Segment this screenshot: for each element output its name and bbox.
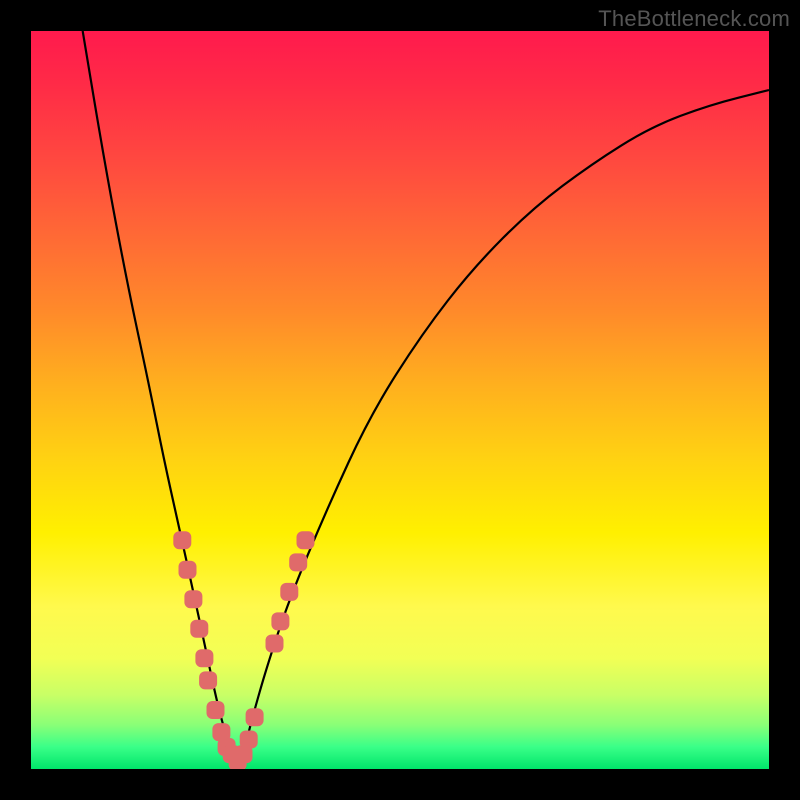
chart-marker <box>184 590 202 608</box>
chart-marker <box>246 708 264 726</box>
chart-marker <box>280 583 298 601</box>
chart-marker <box>173 531 191 549</box>
watermark-text: TheBottleneck.com <box>598 6 790 32</box>
chart-marker <box>199 671 217 689</box>
chart-marker <box>207 701 225 719</box>
chart-marker <box>271 612 289 630</box>
chart-marker <box>195 649 213 667</box>
chart-svg <box>31 31 769 769</box>
chart-marker <box>297 531 315 549</box>
chart-plot-area <box>31 31 769 769</box>
chart-marker <box>240 731 258 749</box>
chart-marker <box>179 561 197 579</box>
chart-marker <box>190 620 208 638</box>
chart-marker <box>289 553 307 571</box>
marker-group <box>173 531 314 769</box>
chart-marker <box>266 635 284 653</box>
curve-path <box>83 31 769 758</box>
